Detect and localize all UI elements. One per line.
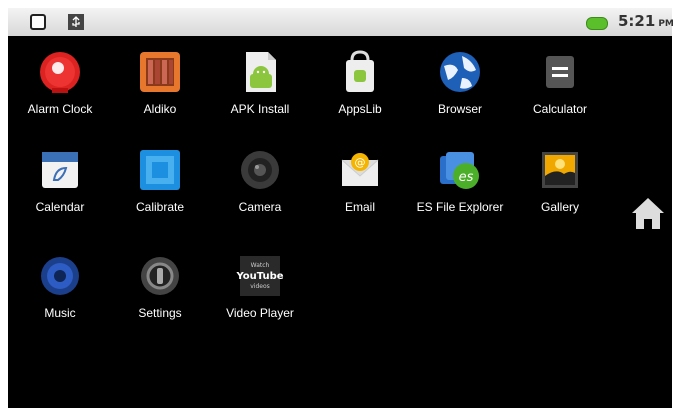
email-icon: @ <box>336 146 384 194</box>
svg-text:@: @ <box>355 156 366 169</box>
battery-icon <box>586 17 608 30</box>
app-label: Calculator <box>532 102 588 116</box>
app-label: Music <box>44 306 76 320</box>
app-browser[interactable]: Browser <box>410 48 510 116</box>
alarm-clock-icon <box>36 48 84 96</box>
gallery-icon <box>536 146 584 194</box>
es-file-explorer-icon: es <box>436 146 484 194</box>
video-player-youtube-text: YouTube <box>236 271 284 282</box>
calculator-icon <box>536 48 584 96</box>
app-video-player[interactable]: Watch YouTube videos Video Player <box>210 252 310 320</box>
square-notification-icon <box>30 14 46 30</box>
app-label: Camera <box>238 200 282 214</box>
app-label: APK Install <box>230 102 290 116</box>
video-player-videos-text: videos <box>250 283 270 290</box>
home-icon <box>628 198 668 237</box>
appslib-icon <box>336 48 384 96</box>
app-label: Aldiko <box>143 102 177 116</box>
app-camera[interactable]: Camera <box>210 146 310 214</box>
app-label: AppsLib <box>338 102 382 116</box>
app-label: Settings <box>138 306 182 320</box>
app-label: Calendar <box>35 200 85 214</box>
status-bar: 5:21 PM <box>8 8 674 36</box>
calendar-icon <box>36 146 84 194</box>
app-appslib[interactable]: AppsLib <box>310 48 410 116</box>
app-apk-install[interactable]: APK Install <box>210 48 310 116</box>
home-button[interactable] <box>628 193 668 233</box>
apk-install-icon <box>236 48 284 96</box>
app-music[interactable]: Music <box>10 252 110 320</box>
app-gallery[interactable]: Gallery <box>510 146 610 214</box>
app-calibrate[interactable]: Calibrate <box>110 146 210 214</box>
app-calendar[interactable]: Calendar <box>10 146 110 214</box>
app-label: Browser <box>437 102 482 116</box>
svg-text:es: es <box>459 170 474 185</box>
video-player-icon: Watch YouTube videos <box>235 252 284 300</box>
usb-icon <box>68 14 84 30</box>
aldiko-icon <box>136 48 184 96</box>
browser-icon <box>436 48 484 96</box>
app-label: Email <box>344 200 375 214</box>
app-aldiko[interactable]: Aldiko <box>110 48 210 116</box>
app-label: Gallery <box>540 200 579 214</box>
app-calculator[interactable]: Calculator <box>510 48 610 116</box>
app-label: Alarm Clock <box>27 102 93 116</box>
app-alarm-clock[interactable]: Alarm Clock <box>10 48 110 116</box>
app-email[interactable]: @ Email <box>310 146 410 214</box>
music-icon <box>36 252 84 300</box>
app-drawer: Alarm Clock Aldiko APK Install AppsLib B… <box>8 36 672 408</box>
app-es-file-explorer[interactable]: es ES File Explorer <box>410 146 510 214</box>
camera-icon <box>236 146 284 194</box>
calibrate-icon <box>136 146 184 194</box>
video-player-watch-text: Watch <box>251 262 270 269</box>
app-label: ES File Explorer <box>416 200 504 214</box>
app-label: Video Player <box>226 306 294 320</box>
app-settings[interactable]: Settings <box>110 252 210 320</box>
app-label: Calibrate <box>135 200 185 214</box>
settings-icon <box>136 252 184 300</box>
status-clock: 5:21 PM <box>618 12 674 30</box>
